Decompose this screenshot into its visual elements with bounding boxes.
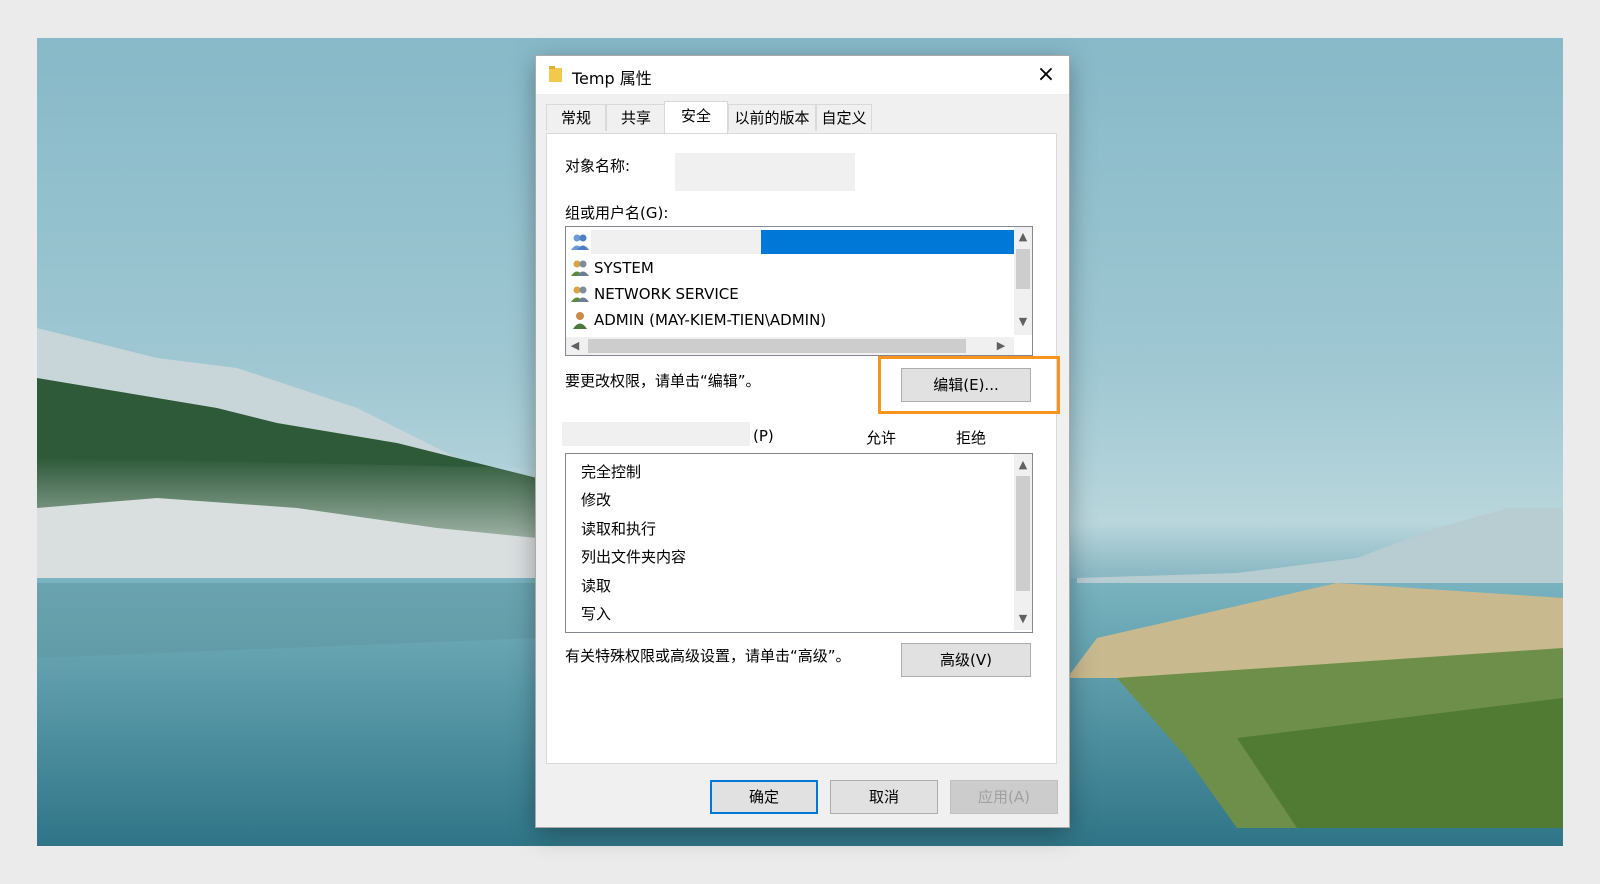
user-group-icon	[571, 260, 589, 276]
ok-button[interactable]: 确定	[710, 780, 818, 814]
users-vertical-scrollbar[interactable]: ▲ ▼	[1014, 227, 1032, 335]
scroll-up-icon[interactable]: ▲	[1014, 230, 1032, 243]
permissions-vertical-scrollbar[interactable]: ▲ ▼	[1014, 454, 1032, 630]
edit-button[interactable]: 编辑(E)...	[901, 368, 1031, 402]
user-name: SYSTEM	[594, 259, 654, 277]
user-group-icon	[571, 286, 589, 302]
list-item: 读取和执行	[581, 520, 657, 538]
close-button[interactable]: ×	[1023, 56, 1069, 92]
list-item[interactable]	[570, 230, 594, 254]
properties-dialog: Temp 属性 × 常规 共享 安全 以前的版本 自定义 对象名称: 组或用户名…	[536, 56, 1069, 827]
list-item[interactable]: SYSTEM	[570, 256, 654, 280]
list-item: 写入	[581, 605, 612, 623]
tab-security[interactable]: 安全	[664, 101, 728, 133]
scroll-thumb[interactable]	[1016, 476, 1030, 591]
tab-sharing[interactable]: 共享	[606, 104, 666, 131]
redacted-user-name	[591, 230, 761, 254]
permissions-listbox[interactable]: 完全控制 修改 读取和执行 列出文件夹内容 读取 写入 ▲ ▼	[565, 453, 1033, 633]
users-listbox[interactable]: SYSTEM NETWORK SERVICE ADMIN (MAY-KIEM-T…	[565, 226, 1033, 356]
scroll-left-icon[interactable]: ◀	[566, 339, 584, 352]
user-name: NETWORK SERVICE	[594, 285, 739, 303]
object-name-label: 对象名称:	[565, 157, 631, 175]
deny-header: 拒绝	[956, 429, 987, 447]
user-group-icon	[571, 234, 589, 250]
list-item[interactable]: ADMIN (MAY-KIEM-TIEN\ADMIN)	[570, 308, 826, 332]
title-bar: Temp 属性 ×	[536, 56, 1069, 94]
scroll-down-icon[interactable]: ▼	[1014, 612, 1032, 625]
security-panel: 对象名称: 组或用户名(G): SYSTEM NETWORK SERVICE A…	[546, 133, 1060, 764]
object-name-value	[675, 153, 855, 191]
scroll-thumb[interactable]	[1016, 249, 1030, 289]
advanced-hint: 有关特殊权限或高级设置，请单击“高级”。	[565, 647, 851, 665]
edit-hint: 要更改权限，请单击“编辑”。	[565, 372, 761, 390]
scroll-thumb[interactable]	[588, 339, 966, 353]
user-name: ADMIN (MAY-KIEM-TIEN\ADMIN)	[594, 311, 827, 329]
user-icon	[573, 312, 587, 329]
folder-icon	[548, 65, 564, 87]
allow-header: 允许	[866, 429, 897, 447]
dialog-title: Temp 属性	[572, 69, 652, 88]
list-item: 读取	[581, 577, 612, 595]
scroll-up-icon[interactable]: ▲	[1014, 458, 1032, 471]
advanced-button[interactable]: 高级(V)	[901, 643, 1031, 677]
close-icon: ×	[1036, 61, 1056, 87]
groups-label: 组或用户名(G):	[565, 204, 669, 222]
scroll-down-icon[interactable]: ▼	[1014, 315, 1032, 328]
tab-customize[interactable]: 自定义	[816, 104, 872, 131]
list-item[interactable]: NETWORK SERVICE	[570, 282, 739, 306]
list-item: 列出文件夹内容	[581, 548, 687, 566]
redacted-permissions-label	[562, 422, 750, 446]
list-item: 完全控制	[581, 463, 642, 481]
tab-previous-versions[interactable]: 以前的版本	[728, 104, 816, 131]
apply-button[interactable]: 应用(A)	[950, 780, 1058, 814]
cancel-button[interactable]: 取消	[830, 780, 938, 814]
list-item: 修改	[581, 491, 612, 509]
scroll-right-icon[interactable]: ▶	[992, 339, 1010, 352]
tab-general[interactable]: 常规	[546, 104, 606, 131]
users-horizontal-scrollbar[interactable]: ◀ ▶	[566, 337, 1014, 355]
permissions-header-suffix: (P)	[753, 427, 774, 445]
